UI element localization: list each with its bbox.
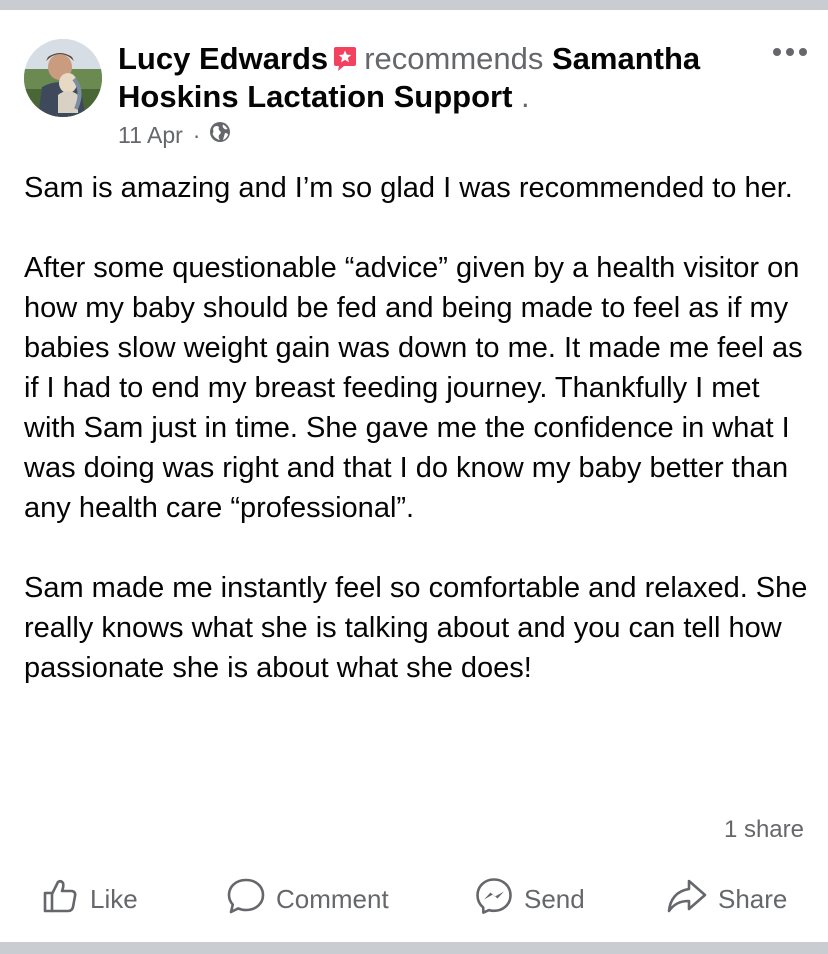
share-label: Share [718, 883, 788, 914]
post-actions-bar: Like Comment Send Share [0, 870, 828, 928]
post-header: Lucy Edwards recommends Samantha Hoskins … [118, 40, 758, 116]
like-label: Like [90, 883, 138, 914]
post-paragraph-1: Sam is amazing and I’m so glad I was rec… [24, 172, 793, 204]
post-date[interactable]: 11 Apr [118, 119, 183, 151]
comment-label: Comment [276, 883, 389, 914]
bottom-divider [0, 942, 828, 954]
share-arrow-icon [666, 876, 718, 923]
share-count[interactable]: 1 share [724, 814, 804, 846]
more-horizontal-icon[interactable] [768, 42, 814, 64]
like-button[interactable]: Like [40, 870, 138, 928]
send-button[interactable]: Send [474, 870, 585, 928]
post-meta: 11 Apr · [118, 119, 231, 151]
recommend-star-icon [332, 43, 358, 71]
meta-separator: · [192, 122, 201, 148]
globe-icon [209, 119, 231, 151]
post-paragraph-2: After some questionable “advice” given b… [24, 252, 803, 524]
recommends-verb: recommends [364, 41, 544, 76]
header-trailing-dot: . [521, 79, 530, 114]
post-text: Sam is amazing and I’m so glad I was rec… [24, 168, 814, 688]
thumbs-up-icon [40, 876, 90, 923]
post-paragraph-3: Sam made me instantly feel so comfortabl… [24, 572, 808, 684]
avatar[interactable] [24, 39, 102, 117]
author-name[interactable]: Lucy Edwards [118, 41, 328, 76]
send-label: Send [524, 883, 585, 914]
messenger-icon [474, 876, 524, 923]
comment-bubble-icon [226, 876, 276, 923]
comment-button[interactable]: Comment [226, 870, 389, 928]
share-button[interactable]: Share [666, 870, 787, 928]
top-divider [0, 0, 828, 10]
